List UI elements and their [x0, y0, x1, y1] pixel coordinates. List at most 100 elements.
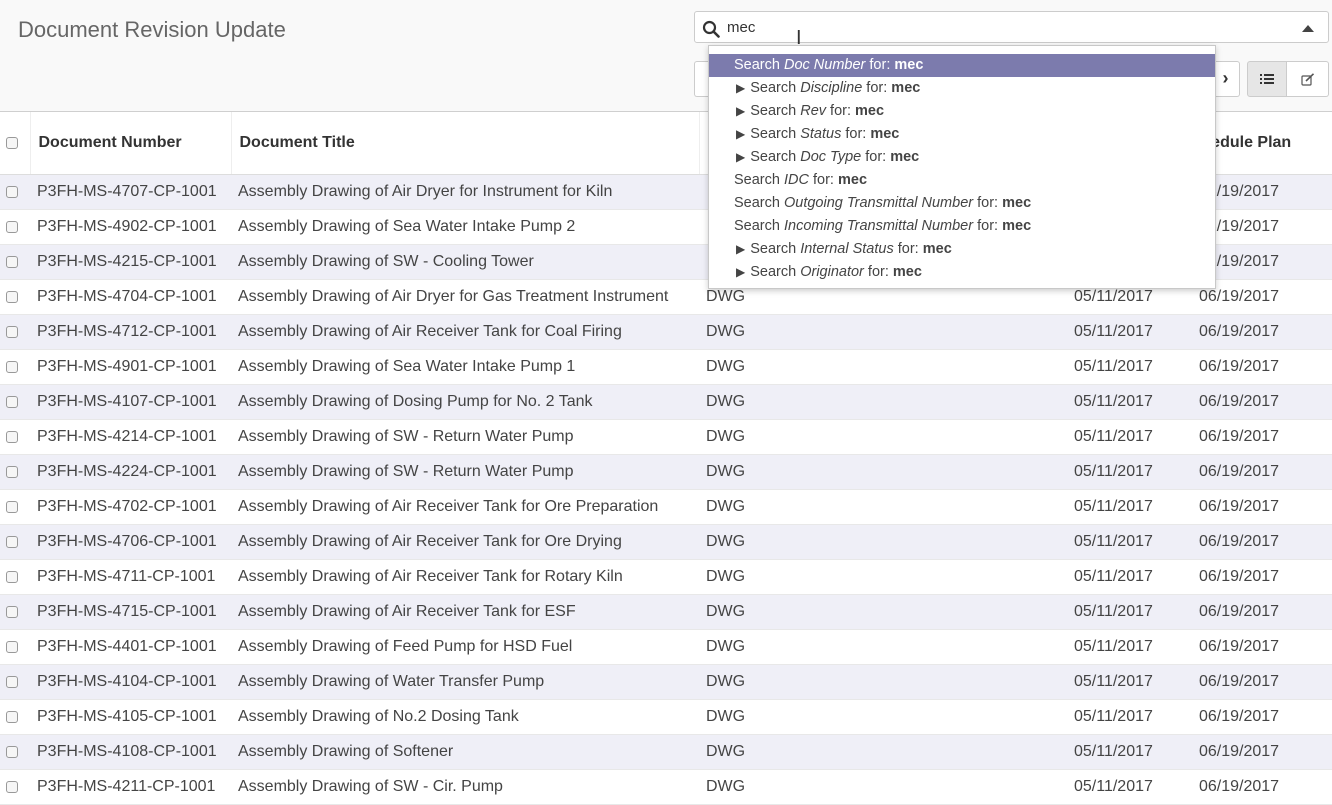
expand-arrow-icon[interactable]: ▶ — [736, 100, 745, 123]
cell-date: 05/11/2017 — [1067, 419, 1192, 455]
table-row[interactable]: P3FH-MS-4104-CP-1001 Assembly Drawing of … — [0, 664, 1332, 700]
row-checkbox[interactable] — [6, 605, 18, 618]
list-icon — [1260, 74, 1274, 84]
row-checkbox-cell[interactable] — [0, 524, 30, 560]
row-checkbox[interactable] — [6, 570, 18, 583]
pager-next-button[interactable]: › — [1212, 61, 1240, 97]
table-row[interactable]: P3FH-MS-4712-CP-1001 Assembly Drawing of … — [0, 314, 1332, 350]
search-suggestion-item[interactable]: ▶ Search Doc Type for: mec — [709, 146, 1215, 169]
search-suggestion-item[interactable]: Search Incoming Transmittal Number for: … — [709, 215, 1215, 238]
row-checkbox[interactable] — [6, 290, 18, 303]
table-row[interactable]: P3FH-MS-4901-CP-1001 Assembly Drawing of … — [0, 349, 1332, 385]
select-all-checkbox[interactable] — [6, 136, 18, 149]
expand-arrow-icon[interactable]: ▶ — [736, 77, 745, 100]
row-checkbox-cell[interactable] — [0, 279, 30, 315]
form-view-button[interactable] — [1287, 61, 1329, 97]
table-row[interactable]: P3FH-MS-4401-CP-1001 Assembly Drawing of … — [0, 629, 1332, 665]
row-checkbox[interactable] — [6, 500, 18, 513]
table-row[interactable]: P3FH-MS-4105-CP-1001 Assembly Drawing of … — [0, 699, 1332, 735]
row-checkbox-cell[interactable] — [0, 559, 30, 595]
row-checkbox[interactable] — [6, 395, 18, 408]
expand-arrow-icon[interactable]: ▶ — [736, 261, 745, 284]
expand-arrow-icon[interactable]: ▶ — [736, 146, 745, 169]
row-checkbox[interactable] — [6, 430, 18, 443]
search-input[interactable] — [727, 16, 1287, 38]
table-row[interactable]: P3FH-MS-4211-CP-1001 Assembly Drawing of … — [0, 769, 1332, 805]
row-checkbox-cell[interactable] — [0, 209, 30, 245]
row-checkbox-cell[interactable] — [0, 174, 30, 210]
row-checkbox-cell[interactable] — [0, 314, 30, 350]
cell-doc-type: DWG — [699, 384, 1067, 420]
suggestion-term: mec — [892, 264, 922, 280]
table-row[interactable]: P3FH-MS-4108-CP-1001 Assembly Drawing of … — [0, 734, 1332, 770]
search-suggestion-item[interactable]: ▶ Search Rev for: mec — [709, 100, 1215, 123]
select-all-checkbox-cell[interactable] — [0, 112, 31, 175]
cell-schedule-plan: 06/19/2017 — [1192, 489, 1332, 525]
suggestion-term: mec — [870, 126, 900, 142]
row-checkbox[interactable] — [6, 640, 18, 653]
col-document-title[interactable]: Document Title — [231, 112, 700, 175]
search-suggestion-item[interactable]: Search Doc Number for: mec — [709, 54, 1215, 77]
row-checkbox-cell[interactable] — [0, 699, 30, 735]
row-checkbox-cell[interactable] — [0, 594, 30, 630]
table-row[interactable]: P3FH-MS-4107-CP-1001 Assembly Drawing of … — [0, 384, 1332, 420]
row-checkbox-cell[interactable] — [0, 489, 30, 525]
row-checkbox[interactable] — [6, 220, 18, 233]
cell-doc-type: DWG — [699, 524, 1067, 560]
row-checkbox-cell[interactable] — [0, 769, 30, 805]
cell-document-number: P3FH-MS-4215-CP-1001 — [30, 244, 231, 280]
row-checkbox[interactable] — [6, 185, 18, 198]
row-checkbox[interactable] — [6, 535, 18, 548]
caret-up-icon[interactable] — [1302, 25, 1314, 32]
search-suggestion-item[interactable]: ▶ Search Internal Status for: mec — [709, 238, 1215, 261]
search-suggestion-item[interactable]: Search IDC for: mec — [709, 169, 1215, 192]
row-checkbox-cell[interactable] — [0, 349, 30, 385]
row-checkbox-cell[interactable] — [0, 384, 30, 420]
cell-date: 05/11/2017 — [1067, 384, 1192, 420]
row-checkbox[interactable] — [6, 255, 18, 268]
table-row[interactable]: P3FH-MS-4711-CP-1001 Assembly Drawing of … — [0, 559, 1332, 595]
cell-document-number: P3FH-MS-4107-CP-1001 — [30, 384, 231, 420]
row-checkbox-cell[interactable] — [0, 454, 30, 490]
row-checkbox-cell[interactable] — [0, 734, 30, 770]
expand-arrow-icon[interactable]: ▶ — [736, 123, 745, 146]
search-suggestion-item[interactable]: ▶ Search Status for: mec — [709, 123, 1215, 146]
suggestion-suffix: for: — [808, 172, 838, 188]
search-suggestion-item[interactable]: Search Outgoing Transmittal Number for: … — [709, 192, 1215, 215]
col-document-number[interactable]: Document Number — [30, 112, 232, 175]
cell-document-title: Assembly Drawing of SW - Return Water Pu… — [231, 419, 699, 455]
search-suggestion-item[interactable]: ▶ Search Discipline for: mec — [709, 77, 1215, 100]
cell-doc-type: DWG — [699, 629, 1067, 665]
suggestion-term: mec — [837, 172, 868, 188]
suggestion-term: mec — [894, 57, 924, 73]
cell-document-title: Assembly Drawing of Air Receiver Tank fo… — [231, 594, 699, 630]
row-checkbox[interactable] — [6, 745, 18, 758]
row-checkbox-cell[interactable] — [0, 244, 30, 280]
expand-arrow-icon[interactable]: ▶ — [736, 238, 745, 261]
row-checkbox[interactable] — [6, 325, 18, 338]
table-row[interactable]: P3FH-MS-4715-CP-1001 Assembly Drawing of … — [0, 594, 1332, 630]
cell-doc-type: DWG — [699, 664, 1067, 700]
row-checkbox-cell[interactable] — [0, 419, 30, 455]
row-checkbox[interactable] — [6, 675, 18, 688]
table-row[interactable]: P3FH-MS-4706-CP-1001 Assembly Drawing of … — [0, 524, 1332, 560]
search-box[interactable] — [694, 11, 1329, 43]
cell-date: 05/11/2017 — [1067, 594, 1192, 630]
cell-document-number: P3FH-MS-4702-CP-1001 — [30, 489, 231, 525]
suggestion-term: mec — [1002, 218, 1032, 234]
cell-date: 05/11/2017 — [1067, 734, 1192, 770]
row-checkbox[interactable] — [6, 780, 18, 793]
table-row[interactable]: P3FH-MS-4702-CP-1001 Assembly Drawing of … — [0, 489, 1332, 525]
list-view-button[interactable] — [1247, 61, 1287, 97]
row-checkbox[interactable] — [6, 465, 18, 478]
table-row[interactable]: P3FH-MS-4224-CP-1001 Assembly Drawing of … — [0, 454, 1332, 490]
suggestion-field: Incoming Transmittal Number — [783, 218, 974, 234]
row-checkbox[interactable] — [6, 710, 18, 723]
suggestion-field: IDC — [783, 172, 809, 188]
row-checkbox-cell[interactable] — [0, 664, 30, 700]
row-checkbox-cell[interactable] — [0, 629, 30, 665]
row-checkbox[interactable] — [6, 360, 18, 373]
table-row[interactable]: P3FH-MS-4214-CP-1001 Assembly Drawing of … — [0, 419, 1332, 455]
search-suggestion-item[interactable]: ▶ Search Originator for: mec — [709, 261, 1215, 284]
suggestion-field: Doc Type — [800, 149, 862, 165]
